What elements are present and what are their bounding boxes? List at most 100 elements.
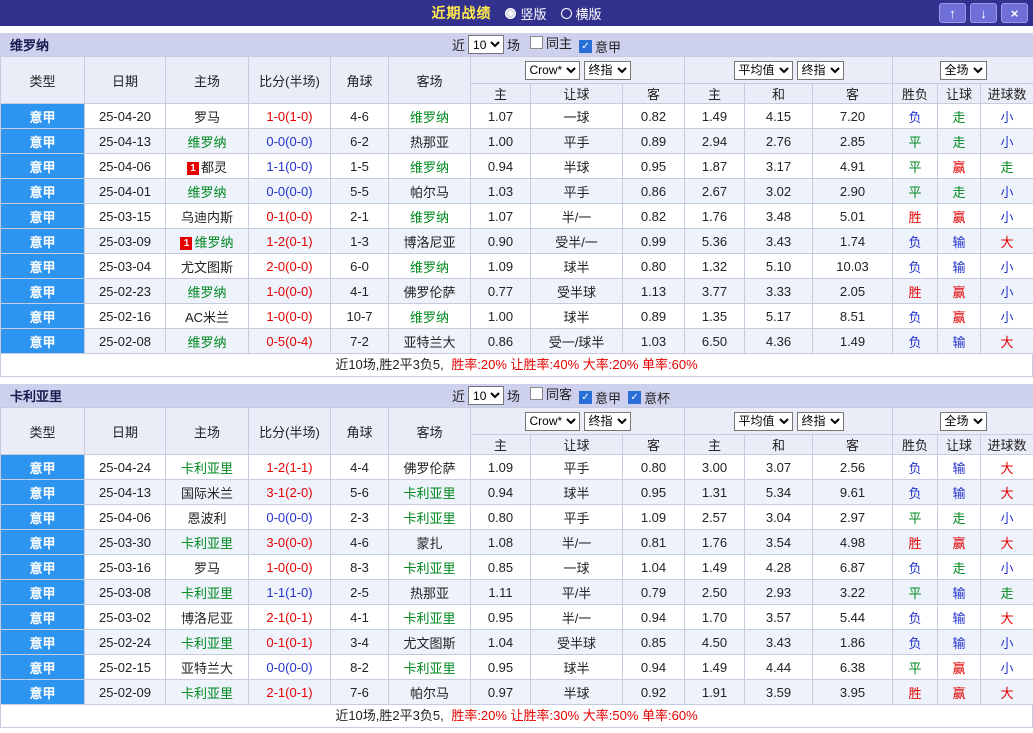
avg-away-odds: 3.22: [811, 579, 894, 605]
handicap-home-odds: 1.00: [470, 128, 531, 154]
corners-cell: 10-7: [330, 303, 389, 329]
handicap-home-odds: 1.11: [470, 579, 531, 605]
score-cell: 0-0(0-0): [248, 504, 331, 530]
match-row: 意甲 25-04-13 国际米兰 3-1(2-0) 5-6 卡利亚里 0.94 球半 0.95 1…: [0, 479, 1033, 505]
move-down-button[interactable]: ↓: [970, 3, 997, 23]
handicap-line: 平手: [530, 504, 623, 530]
filter-checkbox-意甲[interactable]: ✓ 意甲: [579, 37, 621, 56]
avg-draw-odds: 3.43: [744, 629, 813, 655]
match-row: 意甲 25-04-13 维罗纳 0-0(0-0) 6-2 热那亚 1.00 平手 0.89 2.9…: [0, 128, 1033, 154]
result-wdl: 负: [892, 328, 939, 354]
team-name-text: 罗马: [193, 560, 220, 576]
handicap-line: 平手: [530, 454, 623, 480]
match-row: 意甲 25-04-01 维罗纳 0-0(0-0) 5-5 帕尔马 1.03 平手 0.86 2.6…: [0, 178, 1033, 204]
handicap-line: 平手: [530, 128, 623, 154]
handicap-home-odds: 0.94: [470, 153, 531, 179]
handicap-home-odds: 0.95: [470, 654, 531, 680]
average-odds-time-select[interactable]: 终指: [796, 60, 844, 80]
result-handicap: 走: [937, 103, 982, 129]
team-name-text: 维罗纳: [187, 184, 227, 200]
filter-checkbox-意甲[interactable]: ✓ 意甲: [579, 388, 621, 407]
result-goals: 大: [980, 604, 1033, 630]
average-select[interactable]: 平均值: [733, 411, 793, 431]
corners-cell: 4-1: [330, 278, 389, 304]
results-table-cagliari: 类型 日期 主场 比分(半场) 角球 客场 Crow* 终指 平均值 终指 全场 主…: [0, 407, 1033, 705]
layout-radio-vertical[interactable]: 竖版: [505, 4, 547, 23]
league-cell: 意甲: [0, 128, 85, 154]
avg-draw-odds: 3.04: [744, 504, 813, 530]
handicap-line: 半球: [530, 153, 623, 179]
match-count-select[interactable]: 10: [468, 35, 505, 54]
handicap-home-odds: 0.77: [470, 278, 531, 304]
result-handicap: 赢: [937, 278, 982, 304]
team-name-text: 维罗纳: [409, 209, 449, 225]
checkbox-checked-icon[interactable]: ✓: [579, 40, 593, 53]
league-cell: 意甲: [0, 479, 85, 505]
filter-checkbox-同主[interactable]: 同主: [530, 33, 572, 52]
section-header: 卡利亚里 近 10 场 同客 ✓ 意甲 ✓ 意杯: [0, 384, 1033, 407]
score-cell: 0-0(0-0): [248, 128, 331, 154]
away-team-cell: 蒙扎: [388, 529, 471, 555]
score-cell: 0-0(0-0): [248, 654, 331, 680]
league-cell: 意甲: [0, 278, 85, 304]
result-goals: 小: [980, 253, 1033, 279]
filter-checkbox-同客[interactable]: 同客: [530, 384, 572, 403]
result-handicap: 输: [937, 228, 982, 254]
average-odds-group-header: 平均值 终指: [683, 407, 894, 435]
handicap-home-odds: 1.09: [470, 454, 531, 480]
radio-icon[interactable]: [505, 7, 517, 19]
corners-cell: 4-6: [330, 103, 389, 129]
avg-draw-odds: 3.57: [744, 604, 813, 630]
score-cell: 1-1(0-0): [248, 153, 331, 179]
league-cell: 意甲: [0, 203, 85, 229]
radio-icon[interactable]: [560, 7, 572, 19]
result-goals: 走: [980, 153, 1033, 179]
handicap-line: 平手: [530, 178, 623, 204]
team-name-text: 卡利亚里: [180, 535, 233, 551]
handicap-line: 球半: [530, 654, 623, 680]
handicap-line: 一球: [530, 554, 623, 580]
avg-home-odds: 2.94: [684, 128, 745, 154]
close-button[interactable]: ×: [1001, 3, 1028, 23]
subcol-ah-home: 主: [470, 434, 531, 455]
away-team-cell: 维罗纳: [388, 153, 471, 179]
handicap-odds-time-select[interactable]: 终指: [583, 60, 631, 80]
checkbox-checked-icon[interactable]: ✓: [579, 391, 593, 404]
date-cell: 25-04-01: [84, 178, 166, 204]
date-cell: 25-02-23: [84, 278, 166, 304]
away-team-cell: 卡利亚里: [388, 554, 471, 580]
result-handicap: 赢: [937, 203, 982, 229]
avg-away-odds: 2.97: [811, 504, 894, 530]
avg-away-odds: 1.86: [811, 629, 894, 655]
checkbox-unchecked-icon[interactable]: [530, 387, 544, 400]
match-count-select[interactable]: 10: [468, 386, 505, 405]
handicap-odds-time-select[interactable]: 终指: [583, 411, 631, 431]
filter-checkbox-意杯[interactable]: ✓ 意杯: [628, 388, 670, 407]
average-select[interactable]: 平均值: [733, 60, 793, 80]
checkbox-unchecked-icon[interactable]: [530, 36, 544, 49]
checkbox-checked-icon[interactable]: ✓: [628, 391, 642, 404]
home-team-cell: 亚特兰大: [165, 654, 249, 680]
period-select[interactable]: 全场: [939, 60, 987, 80]
summary-rates: 胜率:20% 让胜率:30% 大率:50% 单率:60%: [451, 708, 698, 723]
team-name-text: 卡利亚里: [180, 635, 233, 651]
col-header-away: 客场: [388, 407, 471, 455]
avg-draw-odds: 3.48: [744, 203, 813, 229]
summary-record: 近10场,胜2平3负5,: [335, 708, 444, 723]
move-up-button[interactable]: ↑: [939, 3, 966, 23]
avg-draw-odds: 3.02: [744, 178, 813, 204]
avg-away-odds: 3.95: [811, 679, 894, 705]
period-select[interactable]: 全场: [939, 411, 987, 431]
result-handicap: 赢: [937, 303, 982, 329]
bookmaker-select[interactable]: Crow*: [524, 411, 580, 431]
handicap-away-odds: 0.92: [622, 679, 685, 705]
result-handicap: 走: [937, 128, 982, 154]
bookmaker-select[interactable]: Crow*: [524, 60, 580, 80]
result-goals: 大: [980, 529, 1033, 555]
average-odds-time-select[interactable]: 终指: [796, 411, 844, 431]
away-team-cell: 维罗纳: [388, 103, 471, 129]
layout-radio-horizontal[interactable]: 横版: [560, 4, 602, 23]
handicap-away-odds: 0.82: [622, 203, 685, 229]
match-row: 意甲 25-04-06 1 都灵 1-1(0-0) 1-5 维罗纳 0.94 半球 0.95 1.8…: [0, 153, 1033, 179]
games-label: 场: [507, 38, 521, 53]
